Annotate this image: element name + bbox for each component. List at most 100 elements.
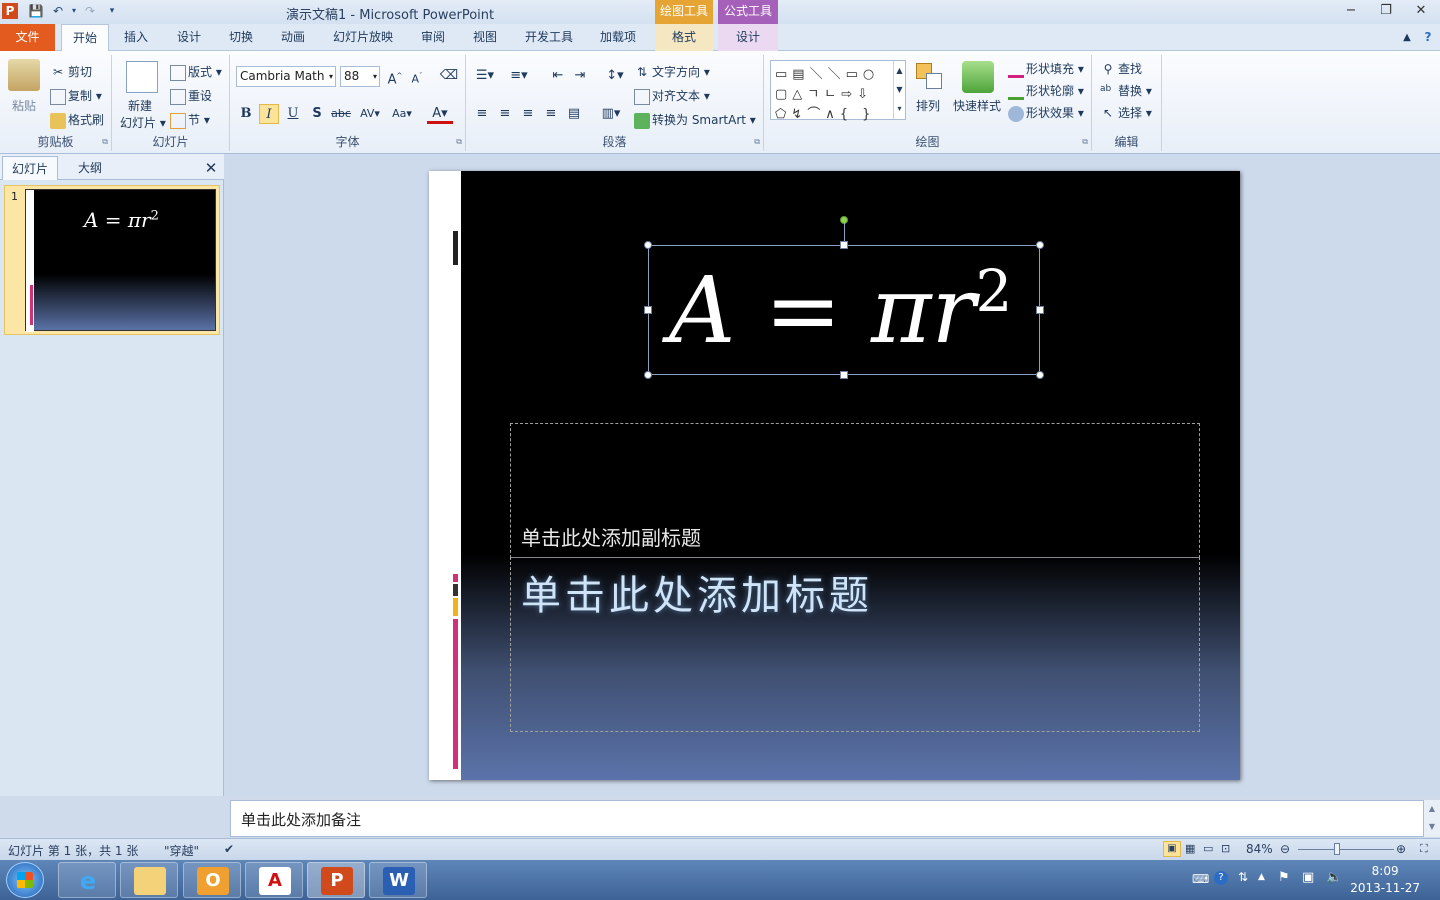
minimize-ribbon-icon[interactable]: ▲ [1398,24,1416,51]
system-clock[interactable]: 8:09 2013-11-27 [1350,863,1420,897]
undo-dropdown-icon[interactable]: ▾ [66,3,82,19]
equation-text[interactable]: A = πr2 [669,246,1012,376]
arrange-icon[interactable] [914,61,946,93]
taskbar-internet-explorer[interactable]: e [58,862,116,898]
help-icon[interactable]: ? [1418,24,1438,51]
tab-outline[interactable]: 大纲 [62,156,118,180]
shapes-gallery[interactable]: ▭▤＼＼▭○ ▢△ㄱㄴ⇨⇩ ⬠↯⌒∧{ } ▲ ▼ ▾ [770,60,906,122]
tab-slideshow[interactable]: 幻灯片放映 [326,24,400,51]
find-button[interactable]: ⚲ 查找 [1100,60,1142,78]
shape-effects-button[interactable]: 形状效果 ▾ [1008,104,1084,122]
bullets-button[interactable]: ☰▾ [472,66,498,86]
underline-button[interactable]: U [283,104,303,124]
line-spacing-button[interactable]: ↕▾ [602,66,628,86]
justify-button[interactable]: ≡ [541,104,561,124]
start-button[interactable] [6,862,44,898]
drawing-launcher-icon[interactable]: ⧉ [1082,137,1088,147]
italic-button[interactable]: I [259,104,279,124]
reset-button[interactable]: 重设 [170,87,212,105]
zoom-out-icon[interactable]: ⊖ [1280,842,1290,856]
quick-styles-button[interactable]: 快速样式 [953,97,1001,114]
align-text-button[interactable]: 对齐文本 ▾ [634,87,710,105]
slide-thumbnail-selected[interactable]: 1 A = πr2 [4,185,220,335]
tab-slides[interactable]: 幻灯片 [2,156,58,180]
select-button[interactable]: ↖ 选择 ▾ [1100,104,1152,122]
numbering-button[interactable]: ≡▾ [506,66,532,86]
shapes-scroll[interactable]: ▲ ▼ ▾ [893,61,905,119]
tab-view[interactable]: 视图 [465,24,505,51]
close-pane-icon[interactable]: ✕ [200,156,222,180]
arrange-button[interactable]: 排列 [916,97,940,114]
slide-thumbnail[interactable]: A = πr2 [25,189,216,332]
shapes-row-3[interactable]: ⬠↯⌒∧{ } [775,103,875,122]
keyboard-icon[interactable]: ⌨ [1192,872,1209,886]
zoom-slider-track[interactable] [1298,849,1394,850]
layout-button[interactable]: 版式 ▾ [170,63,222,81]
new-slide-dropdown[interactable]: 幻灯片 ▾ [120,114,166,131]
paragraph-launcher-icon[interactable]: ⧉ [754,137,760,147]
title-placeholder[interactable]: 单击此处添加标题 [510,557,1200,732]
convert-smartart-button[interactable]: 转换为 SmartArt ▾ [634,111,756,129]
new-slide-button[interactable]: 新建 [128,97,152,114]
resize-handle-bottom[interactable] [840,371,848,379]
tab-insert[interactable]: 插入 [116,24,156,51]
notes-pane[interactable]: 单击此处添加备注 [230,800,1424,837]
bold-button[interactable]: B [236,104,256,124]
resize-handle-left[interactable] [644,306,652,314]
font-launcher-icon[interactable]: ⧉ [456,137,462,147]
resize-handle-top-left[interactable] [644,241,652,249]
tab-review[interactable]: 审阅 [413,24,453,51]
reading-view-icon[interactable]: ▭ [1203,842,1213,855]
align-right-button[interactable]: ≡ [518,104,538,124]
text-direction-button[interactable]: ⇅ 文字方向 ▾ [634,63,710,81]
slide-canvas[interactable]: A = πr2 单击此处添加副标题 单击此处添加标题 [429,171,1240,780]
taskbar-word[interactable]: W [369,862,427,898]
shapes-row-1[interactable]: ▭▤＼＼▭○ [775,63,879,82]
resize-handle-right[interactable] [1036,306,1044,314]
paste-icon[interactable] [8,59,40,91]
powerpoint-app-icon[interactable]: P [2,3,18,19]
redo-icon[interactable]: ↷ [82,3,98,19]
resize-handle-top[interactable] [840,241,848,249]
tab-equation-design[interactable]: 设计 [718,24,778,51]
shapes-row-2[interactable]: ▢△ㄱㄴ⇨⇩ [775,83,873,102]
undo-icon[interactable]: ↶ [50,3,66,19]
copy-button[interactable]: 复制 ▾ [50,87,102,105]
tab-file[interactable]: 文件 [0,24,55,51]
increase-indent-button[interactable]: ⇥ [570,66,590,86]
shrink-font-button[interactable]: Aˇ [407,66,427,86]
tab-format[interactable]: 格式 [655,24,713,51]
format-painter-button[interactable]: 格式刷 [50,111,104,129]
tray-arrows-icon[interactable]: ⇅ [1238,870,1248,884]
shape-fill-button[interactable]: 形状填充 ▾ [1008,60,1084,78]
new-slide-icon[interactable] [126,61,158,93]
zoom-level[interactable]: 84% [1246,842,1273,856]
taskbar-powerpoint[interactable]: P [307,862,365,898]
restore-button[interactable]: ❐ [1373,2,1399,20]
resize-handle-top-right[interactable] [1036,241,1044,249]
align-left-button[interactable]: ≡ [472,104,492,124]
theme-name-status[interactable]: "穿越" [164,842,199,859]
zoom-in-icon[interactable]: ⊕ [1396,842,1406,856]
equation-textbox[interactable]: A = πr2 [648,245,1040,375]
save-icon[interactable]: 💾 [28,3,44,19]
replace-button[interactable]: ab 替换 ▾ [1100,82,1152,100]
spellcheck-icon[interactable]: ✔ [224,842,234,856]
slideshow-view-icon[interactable]: ⊡ [1221,842,1230,855]
strikethrough-button[interactable]: abc [331,104,351,124]
tab-transitions[interactable]: 切换 [221,24,261,51]
quick-styles-icon[interactable] [962,61,994,93]
normal-view-icon[interactable]: ▣ [1163,841,1181,857]
resize-handle-bottom-left[interactable] [644,371,652,379]
taskbar-explorer[interactable] [120,862,178,898]
slide-sorter-icon[interactable]: ▦ [1185,842,1195,855]
columns-button[interactable]: ▥▾ [598,104,624,124]
network-icon[interactable]: ▣ [1302,870,1314,885]
cut-button[interactable]: ✂ 剪切 [50,63,92,81]
shape-outline-button[interactable]: 形状轮廓 ▾ [1008,82,1084,100]
customize-toolbar-icon[interactable]: ▾ [104,3,120,19]
change-case-button[interactable]: Aa▾ [389,104,415,124]
fit-to-window-icon[interactable]: ⛶ [1420,842,1428,856]
character-spacing-button[interactable]: AV▾ [357,104,383,124]
paste-button[interactable]: 粘贴 [12,97,36,114]
